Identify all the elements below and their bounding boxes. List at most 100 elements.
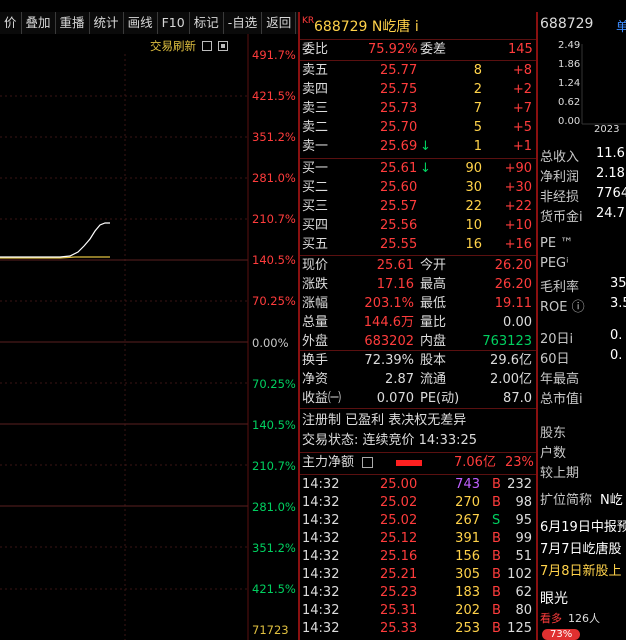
separator bbox=[300, 474, 536, 475]
tick-side: B bbox=[492, 495, 501, 510]
level-change: +1 bbox=[512, 139, 532, 154]
tick-volume: 743 bbox=[455, 477, 480, 492]
tick-volume: 253 bbox=[455, 621, 480, 636]
price-line bbox=[0, 222, 110, 258]
chart-toolbar: 价叠加 重播 统计 画线 F10 标记 -自选 返回 bbox=[0, 12, 298, 34]
stat-value: 2.87 bbox=[385, 372, 414, 387]
order-book-row[interactable]: 卖二 25.70 5 +5 bbox=[302, 119, 534, 137]
fundamental-value: 35 bbox=[610, 276, 626, 291]
stat-label: 总量 bbox=[302, 315, 329, 330]
intraday-chart[interactable]: 交易刷新 491.7% 421.5% 351.2% 281.0% 210.7% 140.5… bbox=[0, 34, 298, 640]
fundamental-label: 非经损 bbox=[540, 190, 580, 205]
tick-volume: 156 bbox=[455, 549, 480, 564]
price-pct-tick: 140.5% bbox=[252, 418, 296, 432]
fundamentals-panel: 688729 单 2.49 1.86 1.24 0.62 0.00 2023 总收入 11… bbox=[538, 12, 626, 640]
tick-volume: 391 bbox=[455, 531, 480, 546]
toolbar-button[interactable]: 标记 bbox=[190, 12, 224, 34]
order-book-row[interactable]: 买二 25.60 30 +30 bbox=[302, 179, 534, 197]
expand-icon[interactable] bbox=[218, 41, 228, 51]
fundamental-value: 0. bbox=[610, 328, 623, 343]
fundamental-label: 总市值i bbox=[540, 392, 583, 407]
trade-tick-row: 14:32 25.23 183 B 62 bbox=[302, 584, 534, 602]
toolbar-button[interactable]: -自选 bbox=[224, 12, 263, 34]
level-label: 卖二 bbox=[302, 120, 329, 135]
order-book-row[interactable]: 买一 25.61 ↓ 90 +90 bbox=[302, 160, 534, 178]
news-item[interactable]: 7月7日屹唐股 bbox=[540, 538, 622, 557]
order-book-row[interactable]: 买四 25.56 10 +10 bbox=[302, 217, 534, 235]
stat-value: 203.1% bbox=[364, 296, 414, 311]
tick-volume: 183 bbox=[455, 585, 480, 600]
level-label: 买三 bbox=[302, 199, 329, 214]
level-change: +30 bbox=[504, 180, 532, 195]
tick-side: B bbox=[492, 567, 501, 582]
level-price: 25.61 bbox=[380, 161, 418, 176]
stat-row: 涨跌 17.16 最高 26.20 bbox=[302, 276, 534, 294]
stat-value: 144.6万 bbox=[363, 315, 414, 330]
kr-badge: KR bbox=[302, 16, 315, 26]
list-icon[interactable] bbox=[362, 457, 373, 468]
stat-label: 量比 bbox=[420, 315, 447, 330]
side-stock-code: 688729 bbox=[540, 16, 594, 32]
news-item[interactable]: 6月19日中报预 bbox=[540, 516, 626, 535]
order-book-row[interactable]: 买三 25.57 22 +22 bbox=[302, 198, 534, 216]
tick-volume: 305 bbox=[455, 567, 480, 582]
tick-volume: 270 bbox=[455, 495, 480, 510]
toolbar-button[interactable]: F10 bbox=[158, 12, 190, 34]
order-book-row[interactable]: 卖四 25.75 2 +2 bbox=[302, 81, 534, 99]
level-label: 卖三 bbox=[302, 101, 329, 116]
refresh-control[interactable]: 交易刷新 bbox=[150, 38, 228, 54]
toolbar-button[interactable]: 重播 bbox=[56, 12, 90, 34]
stat-value: 0.070 bbox=[376, 391, 414, 406]
separator bbox=[300, 255, 536, 256]
level-change: +8 bbox=[512, 63, 532, 78]
tick-time: 14:32 bbox=[302, 477, 340, 492]
tick-count: 102 bbox=[507, 567, 532, 582]
price-pct-tick: 421.5% bbox=[252, 89, 296, 103]
stat-label: 现价 bbox=[302, 258, 329, 273]
fundamental-label: 年最高 bbox=[540, 372, 580, 387]
tick-side: B bbox=[492, 549, 501, 564]
tick-side: B bbox=[492, 621, 501, 636]
level-label: 买一 bbox=[302, 161, 329, 176]
level-volume: 90 bbox=[465, 161, 482, 176]
toolbar-button[interactable]: 叠加 bbox=[22, 12, 56, 34]
down-arrow-icon: ↓ bbox=[420, 139, 431, 154]
order-book-row[interactable]: 卖一 25.69 ↓ 1 +1 bbox=[302, 138, 534, 156]
order-book-row[interactable]: 卖五 25.77 8 +8 bbox=[302, 62, 534, 80]
stock-title[interactable]: KR 688729 N屹唐 i bbox=[302, 16, 419, 36]
tick-time: 14:32 bbox=[302, 531, 340, 546]
stat-row: 现价 25.61 今开 26.20 bbox=[302, 257, 534, 275]
settings-icon[interactable] bbox=[202, 41, 212, 51]
stat-value: 26.20 bbox=[494, 258, 532, 273]
level-change: +5 bbox=[512, 120, 532, 135]
stat-label: 收益㈠ bbox=[302, 391, 342, 406]
stat-value: 17.16 bbox=[376, 277, 414, 292]
toolbar-button[interactable]: 返回 bbox=[262, 12, 297, 34]
toolbar-button[interactable]: 画线 bbox=[124, 12, 158, 34]
fundamental-value: 24.7 bbox=[596, 206, 625, 221]
fundamental-value: 0. bbox=[610, 348, 623, 363]
price-pct-tick: 281.0% bbox=[252, 500, 296, 514]
news-item[interactable]: 7月8日新股上 bbox=[540, 560, 622, 579]
stock-title-text: 688729 N屹唐 i bbox=[314, 19, 419, 35]
tick-price: 25.31 bbox=[380, 603, 418, 618]
stat-label: 涨跌 bbox=[302, 277, 329, 292]
level-volume: 8 bbox=[473, 63, 482, 78]
order-book-row[interactable]: 买五 25.55 16 +16 bbox=[302, 236, 534, 254]
unit-label[interactable]: 单 bbox=[616, 16, 626, 35]
trade-tick-row: 14:32 25.00 743 B 232 bbox=[302, 476, 534, 494]
down-arrow-icon: ↓ bbox=[420, 161, 431, 176]
refresh-label: 交易刷新 bbox=[150, 39, 196, 53]
level-change: +22 bbox=[504, 199, 532, 214]
toolbar-button[interactable]: 统计 bbox=[90, 12, 124, 34]
tick-side: B bbox=[492, 603, 501, 618]
tick-price: 25.21 bbox=[380, 567, 418, 582]
net-flow-row[interactable]: 主力净额 7.06亿 23% bbox=[302, 454, 534, 472]
order-book-row[interactable]: 卖三 25.73 7 +7 bbox=[302, 100, 534, 118]
tick-count: 232 bbox=[507, 477, 532, 492]
tick-price: 25.16 bbox=[380, 549, 418, 564]
tick-price: 25.00 bbox=[380, 477, 418, 492]
net-flow-pct: 23% bbox=[505, 455, 534, 470]
toolbar-button[interactable]: 价 bbox=[0, 12, 22, 34]
price-pct-tick: 351.2% bbox=[252, 541, 296, 555]
